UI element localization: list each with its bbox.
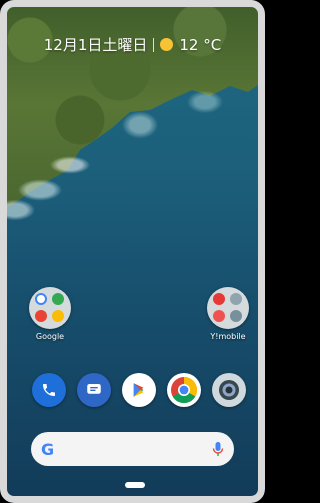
google-icon bbox=[35, 293, 47, 305]
android-home-screen: 12月1日土曜日 12 °C Google Y!mobile G bbox=[0, 0, 265, 503]
google-search-bar[interactable]: G bbox=[31, 432, 234, 466]
mic-icon[interactable] bbox=[212, 441, 224, 457]
play-store-icon[interactable] bbox=[122, 373, 156, 407]
youtube-icon bbox=[35, 310, 47, 322]
google-folder[interactable] bbox=[29, 287, 71, 329]
ymobile-app-icon bbox=[213, 293, 225, 305]
camera-icon[interactable] bbox=[212, 373, 246, 407]
app-icon bbox=[213, 310, 225, 322]
folder-label-ymobile: Y!mobile bbox=[210, 332, 246, 341]
sun-icon bbox=[160, 38, 174, 51]
gmail-icon bbox=[52, 310, 64, 322]
phone-icon[interactable] bbox=[32, 373, 66, 407]
ymobile-folder[interactable] bbox=[207, 287, 249, 329]
weather-temp[interactable]: 12 °C bbox=[179, 36, 221, 54]
wallpaper-coast-foam bbox=[0, 80, 265, 230]
app-icon bbox=[230, 293, 242, 305]
home-gesture-pill[interactable] bbox=[125, 482, 145, 488]
maps-icon bbox=[52, 293, 64, 305]
google-logo-icon: G bbox=[41, 439, 55, 459]
chrome-icon[interactable] bbox=[167, 373, 201, 407]
app-icon bbox=[230, 310, 242, 322]
messages-icon[interactable] bbox=[77, 373, 111, 407]
folder-label-google: Google bbox=[35, 332, 65, 341]
date-weather-widget[interactable]: 12月1日土曜日 12 °C bbox=[0, 34, 265, 55]
date-text[interactable]: 12月1日土曜日 bbox=[44, 34, 148, 55]
divider bbox=[153, 37, 155, 52]
